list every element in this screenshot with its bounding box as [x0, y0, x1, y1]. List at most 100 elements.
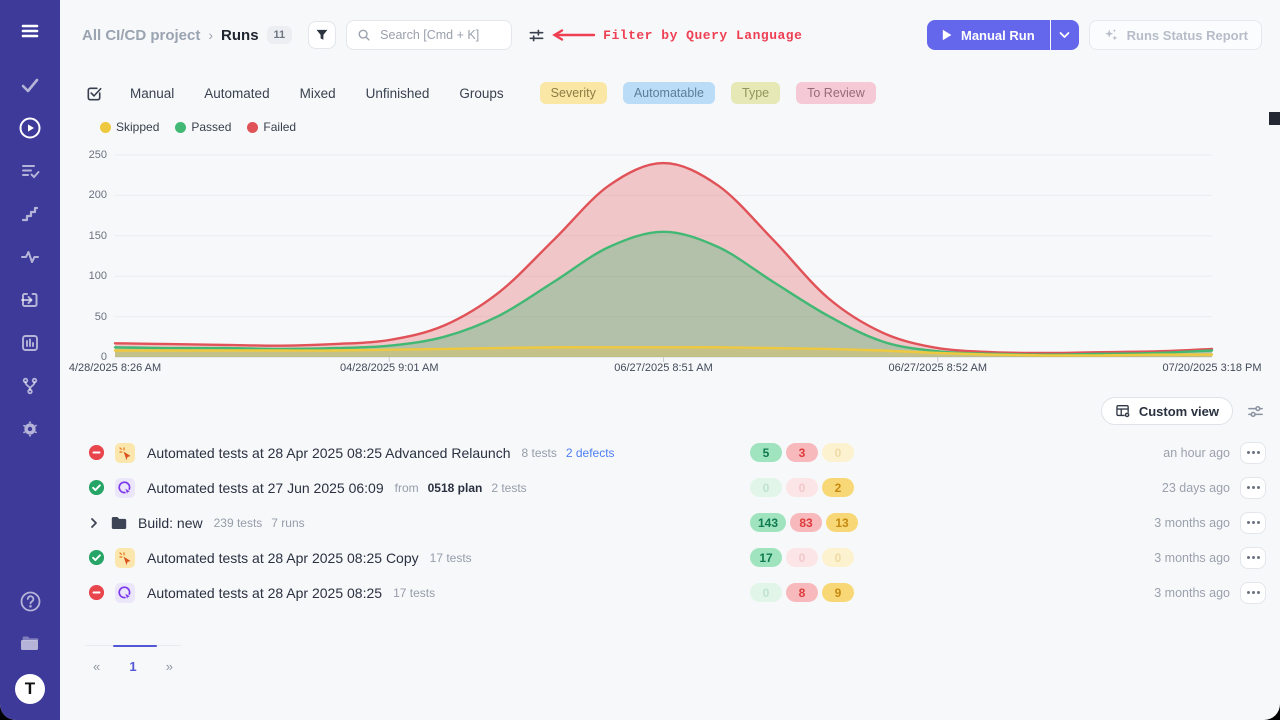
- view-settings-icon[interactable]: [1247, 403, 1264, 420]
- help-icon[interactable]: [17, 588, 43, 614]
- check-icon[interactable]: [17, 72, 43, 98]
- run-meta: 17 tests: [393, 586, 435, 600]
- chart-canvas: [115, 150, 1212, 364]
- folders-icon[interactable]: [17, 631, 43, 657]
- runs-status-report-button[interactable]: Runs Status Report: [1089, 20, 1262, 50]
- manual-run-dropdown-button[interactable]: [1051, 20, 1079, 50]
- run-group-row[interactable]: Build: new239 tests7 runs14383133 months…: [60, 505, 1280, 540]
- scrollbar-thumb[interactable]: [1269, 112, 1280, 125]
- pagination-next-button[interactable]: »: [166, 659, 173, 674]
- menu-icon[interactable]: [17, 18, 43, 44]
- play-circle-icon[interactable]: [17, 115, 43, 141]
- red-count-pill: 0: [786, 478, 818, 497]
- more-actions-button[interactable]: [1240, 442, 1266, 464]
- red-count-pill: 0: [786, 548, 818, 567]
- custom-view-button[interactable]: Custom view: [1101, 397, 1233, 425]
- pagination: « 1 »: [85, 645, 181, 674]
- chart-legend: Skipped Passed Failed: [100, 120, 296, 134]
- manual-run-label: Manual Run: [961, 28, 1035, 43]
- manual-run-button[interactable]: Manual Run: [927, 20, 1050, 50]
- search-input[interactable]: [378, 27, 501, 43]
- defects-link[interactable]: 2 defects: [566, 446, 615, 460]
- filter-pills: Severity Automatable Type To Review: [540, 82, 892, 104]
- yellow-count-pill: 0: [822, 548, 854, 567]
- folder-icon: [110, 514, 128, 532]
- avatar[interactable]: T: [15, 674, 45, 704]
- red-count-pill: 83: [790, 513, 822, 532]
- result-count-pills: 089: [750, 583, 854, 602]
- result-count-pills: 1438313: [750, 513, 858, 532]
- tab-automated[interactable]: Automated: [204, 86, 269, 101]
- run-time: 3 months ago: [1154, 516, 1230, 530]
- legend-item-failed[interactable]: Failed: [247, 120, 296, 134]
- tab-unfinished[interactable]: Unfinished: [366, 86, 430, 101]
- automation-spark-icon: [115, 548, 135, 568]
- import-icon[interactable]: [17, 287, 43, 313]
- result-count-pills: 530: [750, 443, 854, 462]
- filter-pill-severity[interactable]: Severity: [540, 82, 607, 104]
- status-failed-icon: [88, 444, 105, 461]
- runs-count-badge: 11: [267, 26, 293, 44]
- yellow-count-pill: 0: [822, 443, 854, 462]
- sidebar-bottom: T: [15, 588, 45, 704]
- breadcrumb-project[interactable]: All CI/CD project: [82, 27, 200, 44]
- search-box[interactable]: [346, 20, 512, 50]
- run-time: 3 months ago: [1154, 551, 1230, 565]
- sparkles-icon: [1103, 27, 1119, 43]
- search-icon: [357, 28, 371, 42]
- run-row[interactable]: Automated tests at 28 Apr 2025 08:2517 t…: [60, 575, 1280, 610]
- manual-run-split-button: Manual Run: [927, 20, 1079, 50]
- list-toolbar: Custom view: [1101, 397, 1264, 425]
- filter-pill-type[interactable]: Type: [731, 82, 780, 104]
- red-count-pill: 8: [786, 583, 818, 602]
- y-axis-tick: 250: [61, 149, 107, 161]
- run-time: an hour ago: [1163, 446, 1230, 460]
- legend-item-skipped[interactable]: Skipped: [100, 120, 159, 134]
- bar-chart-icon[interactable]: [17, 330, 43, 356]
- run-time: 23 days ago: [1162, 481, 1230, 495]
- result-count-pills: 002: [750, 478, 854, 497]
- filter-pill-to-review[interactable]: To Review: [796, 82, 876, 104]
- filter-tabs-row: Manual Automated Mixed Unfinished Groups…: [85, 78, 892, 108]
- expand-chevron-icon[interactable]: [88, 517, 100, 529]
- filter-pill-automatable[interactable]: Automatable: [623, 82, 715, 104]
- more-actions-button[interactable]: [1240, 512, 1266, 534]
- legend-label: Failed: [263, 120, 296, 134]
- status-passed-icon: [88, 479, 105, 496]
- activity-icon[interactable]: [17, 244, 43, 270]
- tab-manual[interactable]: Manual: [130, 86, 174, 101]
- skipped-dot-icon: [100, 122, 111, 133]
- runs-list: Automated tests at 28 Apr 2025 08:25 Adv…: [60, 435, 1280, 610]
- run-title: Build: new: [138, 515, 203, 531]
- tab-mixed[interactable]: Mixed: [300, 86, 336, 101]
- tab-groups[interactable]: Groups: [459, 86, 503, 101]
- branch-icon[interactable]: [17, 373, 43, 399]
- yellow-count-pill: 13: [826, 513, 858, 532]
- legend-label: Skipped: [116, 120, 159, 134]
- steps-icon[interactable]: [17, 201, 43, 227]
- select-runs-icon[interactable]: [85, 84, 104, 103]
- y-axis-tick: 50: [61, 311, 107, 323]
- pagination-page-1[interactable]: 1: [129, 659, 136, 674]
- run-row[interactable]: Automated tests at 28 Apr 2025 08:25 Cop…: [60, 540, 1280, 575]
- query-language-filter-icon[interactable]: [528, 27, 545, 44]
- y-axis-tick: 200: [61, 189, 107, 201]
- run-meta-text: 17 tests: [393, 586, 435, 600]
- more-actions-button[interactable]: [1240, 547, 1266, 569]
- run-row[interactable]: Automated tests at 27 Jun 2025 06:09from…: [60, 470, 1280, 505]
- more-actions-button[interactable]: [1240, 477, 1266, 499]
- pagination-active-bar: [113, 645, 157, 647]
- filter-funnel-button[interactable]: [308, 21, 336, 49]
- breadcrumb-separator: ›: [208, 27, 213, 43]
- sidebar: T: [0, 0, 60, 720]
- header-actions: Manual Run Runs Status Report: [927, 20, 1262, 50]
- gear-icon[interactable]: [17, 416, 43, 442]
- legend-item-passed[interactable]: Passed: [175, 120, 231, 134]
- y-axis-tick: 150: [61, 230, 107, 242]
- pagination-prev-button[interactable]: «: [93, 659, 100, 674]
- y-axis-tick: 100: [61, 270, 107, 282]
- run-row[interactable]: Automated tests at 28 Apr 2025 08:25 Adv…: [60, 435, 1280, 470]
- list-check-icon[interactable]: [17, 158, 43, 184]
- annotation-text: Filter by Query Language: [603, 28, 802, 43]
- more-actions-button[interactable]: [1240, 582, 1266, 604]
